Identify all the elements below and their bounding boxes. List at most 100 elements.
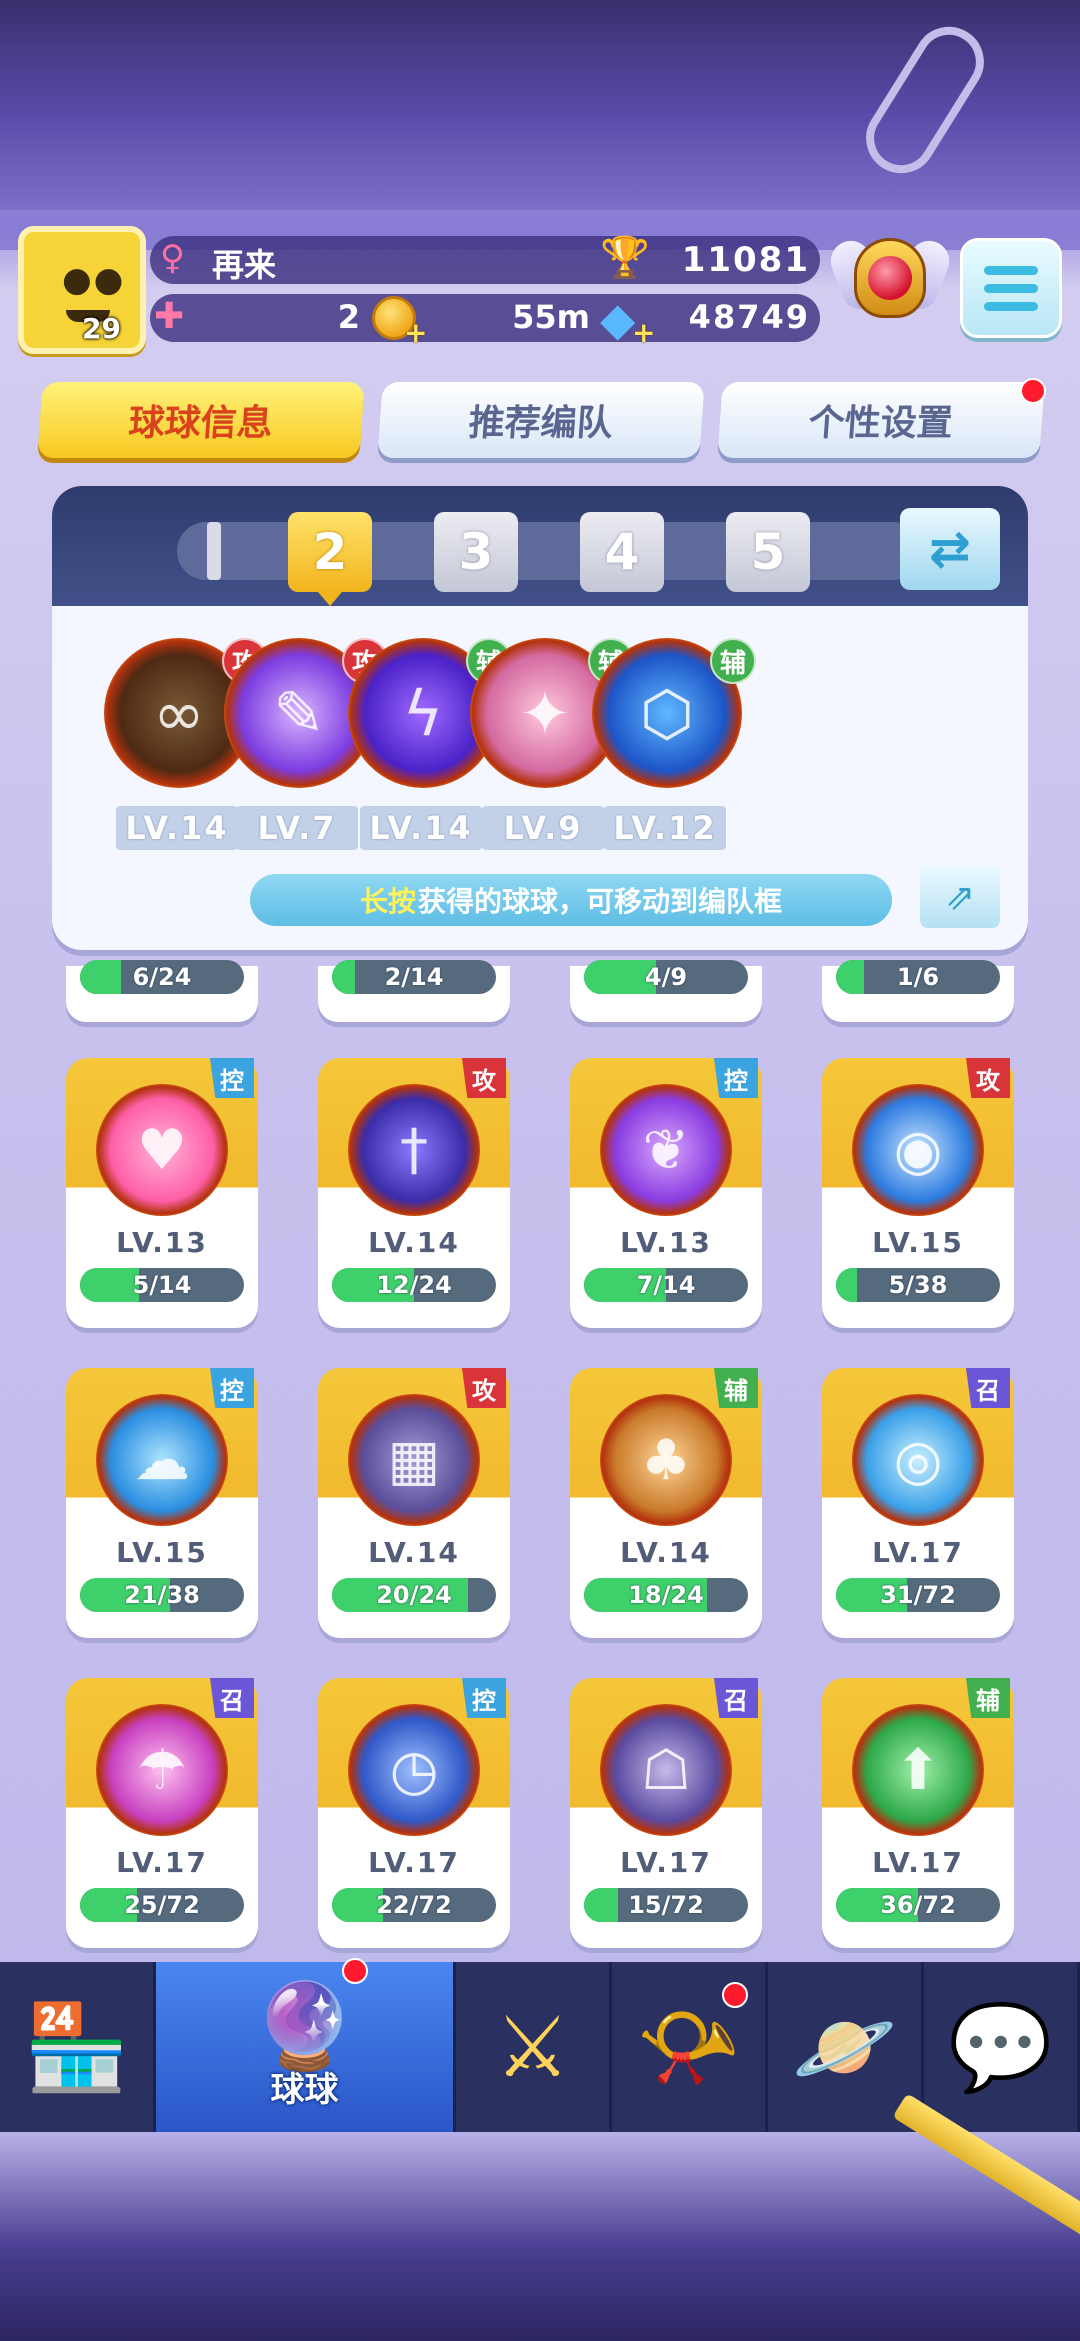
butterfly-ball-icon: ❦	[600, 1084, 732, 1216]
rank-emblem-icon[interactable]	[825, 230, 955, 338]
gem-icon[interactable]: ◆	[600, 292, 635, 346]
team-ball-level: LV.14	[360, 806, 482, 850]
ticket-plus-icon[interactable]: ✚	[154, 296, 184, 337]
progress-text: 1/6	[896, 963, 940, 991]
ball-glyph: ◷	[389, 1737, 439, 1803]
ball-card[interactable]: ▦ 攻 LV.14 20/24	[318, 1368, 510, 1638]
progress-bar: 6/24	[80, 960, 244, 994]
ball-glyph: ⬆	[894, 1737, 942, 1803]
team-slot-5[interactable]: 5	[726, 512, 810, 592]
female-icon: ♀	[160, 238, 185, 278]
role-badge: 攻	[966, 1058, 1010, 1098]
menu-button[interactable]	[960, 238, 1062, 338]
ball-level: LV.17	[116, 1846, 208, 1879]
slot-number: 2	[312, 523, 348, 581]
coin-add-icon[interactable]: +	[404, 316, 427, 349]
progress-bar: 12/24	[332, 1268, 496, 1302]
ball-card-partial[interactable]: 6/24	[66, 960, 258, 1022]
ball-card[interactable]: ♣ 辅 LV.14 18/24	[570, 1368, 762, 1638]
ball-card[interactable]: ◉ 攻 LV.15 5/38	[822, 1058, 1014, 1328]
progress-text: 7/14	[636, 1271, 696, 1299]
tab-ball-info[interactable]: 球球信息	[37, 382, 365, 458]
ball-card[interactable]: ♥ 控 LV.13 5/14	[66, 1058, 258, 1328]
heart-ball-icon: ♥	[96, 1084, 228, 1216]
ball-glyph: ☁	[134, 1427, 190, 1493]
long-press-hint: 长按 获得的球球，可移动到编队框	[250, 874, 892, 926]
ball-card[interactable]: ☖ 召 LV.17 15/72	[570, 1678, 762, 1948]
progress-bar: 18/24	[584, 1578, 748, 1612]
ball-card[interactable]: ☂ 召 LV.17 25/72	[66, 1678, 258, 1948]
ball-level: LV.17	[620, 1846, 712, 1879]
role-badge: 召	[966, 1368, 1010, 1408]
team-slot-2[interactable]: 2	[288, 512, 372, 606]
progress-bar: 7/14	[584, 1268, 748, 1302]
progress-bar: 1/6	[836, 960, 1000, 994]
swap-icon[interactable]: ⇄	[900, 508, 1000, 590]
ball-glyph: ♣	[640, 1427, 692, 1493]
nav-ball-jar[interactable]: 🔮 球球	[156, 1958, 456, 2132]
team-ball-level: LV.9	[482, 806, 604, 850]
progress-text: 4/9	[644, 963, 688, 991]
role-badge: 辅	[710, 638, 756, 684]
ball-card-partial[interactable]: 1/6	[822, 960, 1014, 1022]
ball-glyph: ❦	[642, 1117, 690, 1183]
ball-card[interactable]: ◎ 召 LV.17 31/72	[822, 1368, 1014, 1638]
tab-recommended-team[interactable]: 推荐编队	[377, 382, 705, 458]
player-level: 29	[82, 312, 121, 345]
ball-level: LV.17	[368, 1846, 460, 1879]
menu-line	[984, 283, 1038, 293]
role-badge: 辅	[966, 1678, 1010, 1718]
progress-text: 2/14	[384, 963, 444, 991]
team-slot-1[interactable]	[207, 522, 221, 580]
ball-jar-icon: 🔮	[252, 1976, 357, 2075]
tab-label: 个性设置	[807, 403, 955, 444]
nav-shop[interactable]: 🏪	[0, 1962, 156, 2132]
progress-bar: 22/72	[332, 1888, 496, 1922]
crossed-swords-icon: ⚔	[494, 1998, 571, 2096]
ball-card[interactable]: ❦ 控 LV.13 7/14	[570, 1058, 762, 1328]
nav-whistle[interactable]: 📯	[612, 1962, 768, 2132]
progress-text: 12/24	[376, 1271, 452, 1299]
bottom-decor-band	[0, 2132, 1080, 2341]
progress-bar: 20/24	[332, 1578, 496, 1612]
team-ball-level: LV.14	[116, 806, 238, 850]
progress-text: 31/72	[880, 1581, 956, 1609]
player-name[interactable]: 再来	[212, 240, 276, 286]
nav-crossed-swords[interactable]: ⚔	[456, 1962, 612, 2132]
ball-glyph: ◎	[893, 1427, 943, 1493]
ball-card[interactable]: ⬆ 辅 LV.17 36/72	[822, 1678, 1014, 1948]
team-ball-level: LV.7	[236, 806, 358, 850]
progress-text: 20/24	[376, 1581, 452, 1609]
team-slot-3[interactable]: 3	[434, 512, 518, 592]
progress-text: 6/24	[132, 963, 192, 991]
ghost-ball-icon: ☖	[600, 1704, 732, 1836]
ball-glyph: ☂	[136, 1737, 188, 1803]
ball-card[interactable]: † 攻 LV.14 12/24	[318, 1058, 510, 1328]
share-icon[interactable]: ⇗	[920, 866, 1000, 928]
slot-number: 4	[604, 523, 640, 581]
team-ball-5[interactable]: ⬡ 辅	[592, 638, 756, 788]
ball-card-partial[interactable]: 2/14	[318, 960, 510, 1022]
role-badge: 召	[714, 1678, 758, 1718]
ticket-count: 2	[337, 298, 360, 336]
progress-bar: 15/72	[584, 1888, 748, 1922]
hint-text: 获得的球球，可移动到编队框	[418, 885, 783, 918]
progress-bar: 21/38	[80, 1578, 244, 1612]
tab-personal-settings[interactable]: 个性设置	[717, 382, 1045, 458]
gem-add-icon[interactable]: +	[632, 316, 655, 349]
notification-dot	[1020, 378, 1046, 404]
coin-timer: 55m	[512, 298, 590, 336]
progress-text: 25/72	[124, 1891, 200, 1919]
ball-card[interactable]: ◷ 控 LV.17 22/72	[318, 1678, 510, 1948]
ball-level: LV.14	[620, 1536, 712, 1569]
nav-social-heart[interactable]: 💬	[924, 1962, 1080, 2132]
ball-card[interactable]: ☁ 控 LV.15 21/38	[66, 1368, 258, 1638]
avatar-eyes-icon: ●●	[62, 260, 126, 300]
ball-level: LV.13	[620, 1226, 712, 1259]
ball-level: LV.17	[872, 1846, 964, 1879]
clock-ball-icon: ◷	[348, 1704, 480, 1836]
slot-number: 5	[750, 523, 786, 581]
team-panel: 2 3 4 5 ⇄ ∞攻LV.14✎攻LV.7ϟ辅LV.14✦辅LV.9⬡辅LV…	[52, 486, 1028, 950]
team-slot-4[interactable]: 4	[580, 512, 664, 592]
ball-card-partial[interactable]: 4/9	[570, 960, 762, 1022]
